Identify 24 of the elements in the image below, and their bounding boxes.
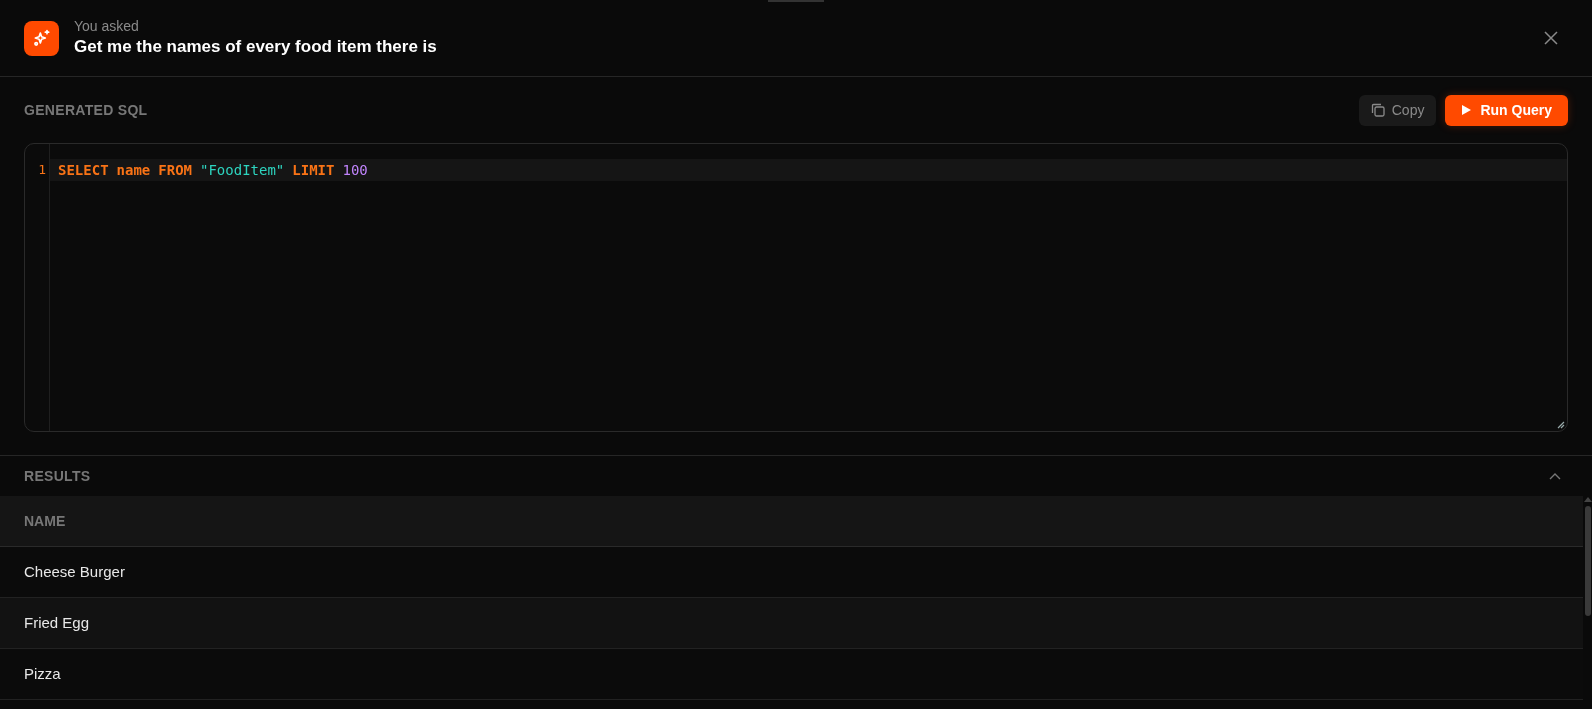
code-token: "FoodItem": [200, 160, 285, 180]
column-header[interactable]: NAME: [24, 510, 66, 532]
section-title: GENERATED SQL: [24, 100, 148, 120]
prompt-label: You asked: [74, 17, 140, 35]
chevron-up-icon[interactable]: [1549, 472, 1561, 480]
table-cell-text: Fried Egg: [24, 612, 90, 633]
table-cell-text: Pizza: [24, 663, 61, 684]
play-icon: [1461, 104, 1473, 116]
code-token: name: [116, 160, 151, 180]
code-token: 100: [342, 160, 368, 180]
run-query-button[interactable]: Run Query: [1445, 94, 1568, 126]
table-cell-text: Cheese Burger: [24, 561, 125, 582]
sparkle-icon: [24, 20, 59, 56]
code-token: FROM: [158, 160, 192, 180]
resize-handle-icon: [1557, 421, 1565, 429]
code-token: LIMIT: [292, 160, 335, 180]
copy-icon: [1370, 103, 1385, 117]
line-number: 1: [37, 161, 47, 179]
code-token: SELECT: [58, 160, 109, 180]
section-title: RESULTS: [24, 466, 91, 486]
close-icon[interactable]: [1544, 31, 1558, 45]
question-text: Get me the names of every food item there is: [74, 36, 437, 58]
code-editor[interactable]: 1 SELECT name FROM "FoodItem" LIMIT 100: [24, 143, 1568, 432]
copy-button[interactable]: Copy: [1358, 94, 1437, 126]
